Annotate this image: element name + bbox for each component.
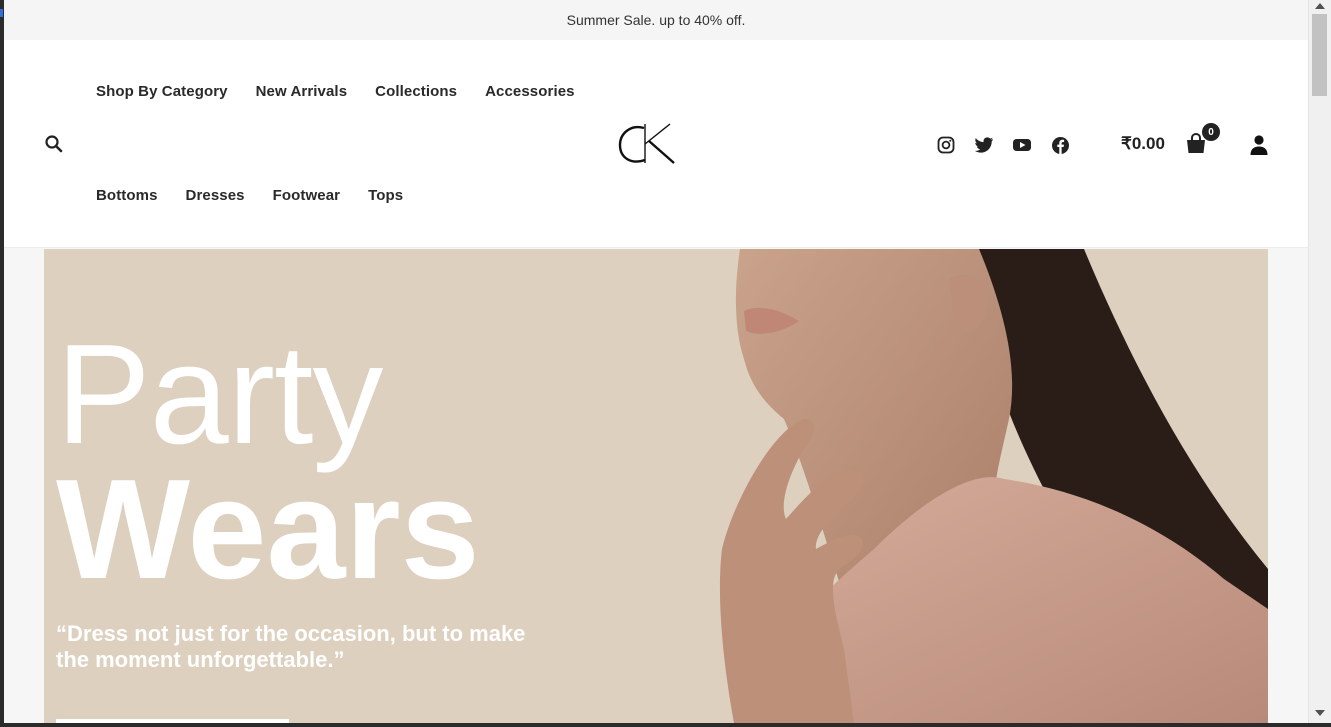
primary-nav: Shop By Category New Arrivals Collection…: [96, 83, 575, 100]
announcement-bar: Summer Sale. up to 40% off.: [4, 0, 1308, 40]
nav-footwear[interactable]: Footwear: [273, 187, 340, 204]
hero-quote: “Dress not just for the occasion, but to…: [56, 621, 526, 672]
nav-bottoms[interactable]: Bottoms: [96, 187, 158, 204]
twitter-icon[interactable]: [974, 135, 994, 155]
youtube-icon[interactable]: [1012, 135, 1032, 155]
page-scrollbar[interactable]: [1308, 0, 1331, 723]
cart-total[interactable]: ₹0.00: [1121, 134, 1165, 154]
hero-title: Party Wears: [56, 315, 480, 609]
nav-shop-by-category[interactable]: Shop By Category: [96, 83, 228, 100]
browser-viewport: Summer Sale. up to 40% off. Shop By Cate…: [0, 0, 1331, 727]
nav-tops[interactable]: Tops: [368, 187, 403, 204]
window-bottom-edge: [0, 723, 1331, 727]
scroll-up-arrow-icon[interactable]: [1315, 3, 1325, 9]
brand-logo[interactable]: [618, 120, 678, 168]
facebook-icon[interactable]: [1050, 135, 1070, 155]
nav-dresses[interactable]: Dresses: [186, 187, 245, 204]
site-header: Shop By Category New Arrivals Collection…: [4, 40, 1308, 248]
scroll-down-arrow-icon[interactable]: [1315, 710, 1325, 716]
nav-new-arrivals[interactable]: New Arrivals: [256, 83, 348, 100]
instagram-icon[interactable]: [936, 135, 956, 155]
social-links: [936, 135, 1070, 155]
announcement-text: Summer Sale. up to 40% off.: [566, 12, 746, 28]
nav-accessories[interactable]: Accessories: [485, 83, 575, 100]
cart-count-badge: 0: [1202, 123, 1220, 141]
scrollbar-thumb[interactable]: [1312, 14, 1327, 96]
search-icon[interactable]: [44, 134, 64, 154]
hero-banner: Party Wears “Dress not just for the occa…: [44, 249, 1268, 723]
nav-collections[interactable]: Collections: [375, 83, 457, 100]
user-account-icon[interactable]: [1249, 134, 1269, 156]
hero-title-line2: Wears: [56, 450, 480, 609]
window-edge-marker: [0, 9, 3, 17]
hero-title-line1: Party: [56, 315, 383, 474]
secondary-nav: Bottoms Dresses Footwear Tops: [96, 187, 403, 204]
